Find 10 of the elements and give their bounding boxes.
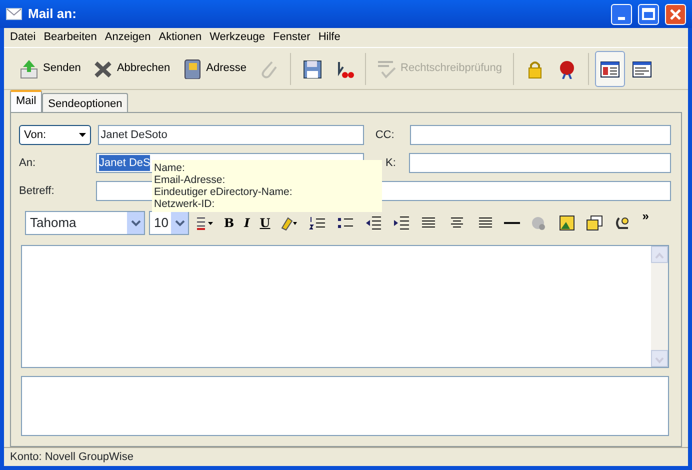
status-bar: Konto: Novell GroupWise (4, 447, 688, 466)
tooltip-line: Eindeutiger eDirectory-Name: (154, 186, 294, 198)
tooltip-line: Email-Adresse: (154, 174, 226, 186)
tooltip-line: Name: (154, 162, 186, 174)
field-label: K: (386, 156, 397, 171)
field-label: Betreff: (19, 184, 56, 199)
tooltip-line: Netzwerk-ID: (154, 198, 216, 210)
field-label: CC: (375, 128, 396, 143)
window-title: Mail an: (28, 5, 76, 24)
field-label: An: (19, 156, 37, 171)
